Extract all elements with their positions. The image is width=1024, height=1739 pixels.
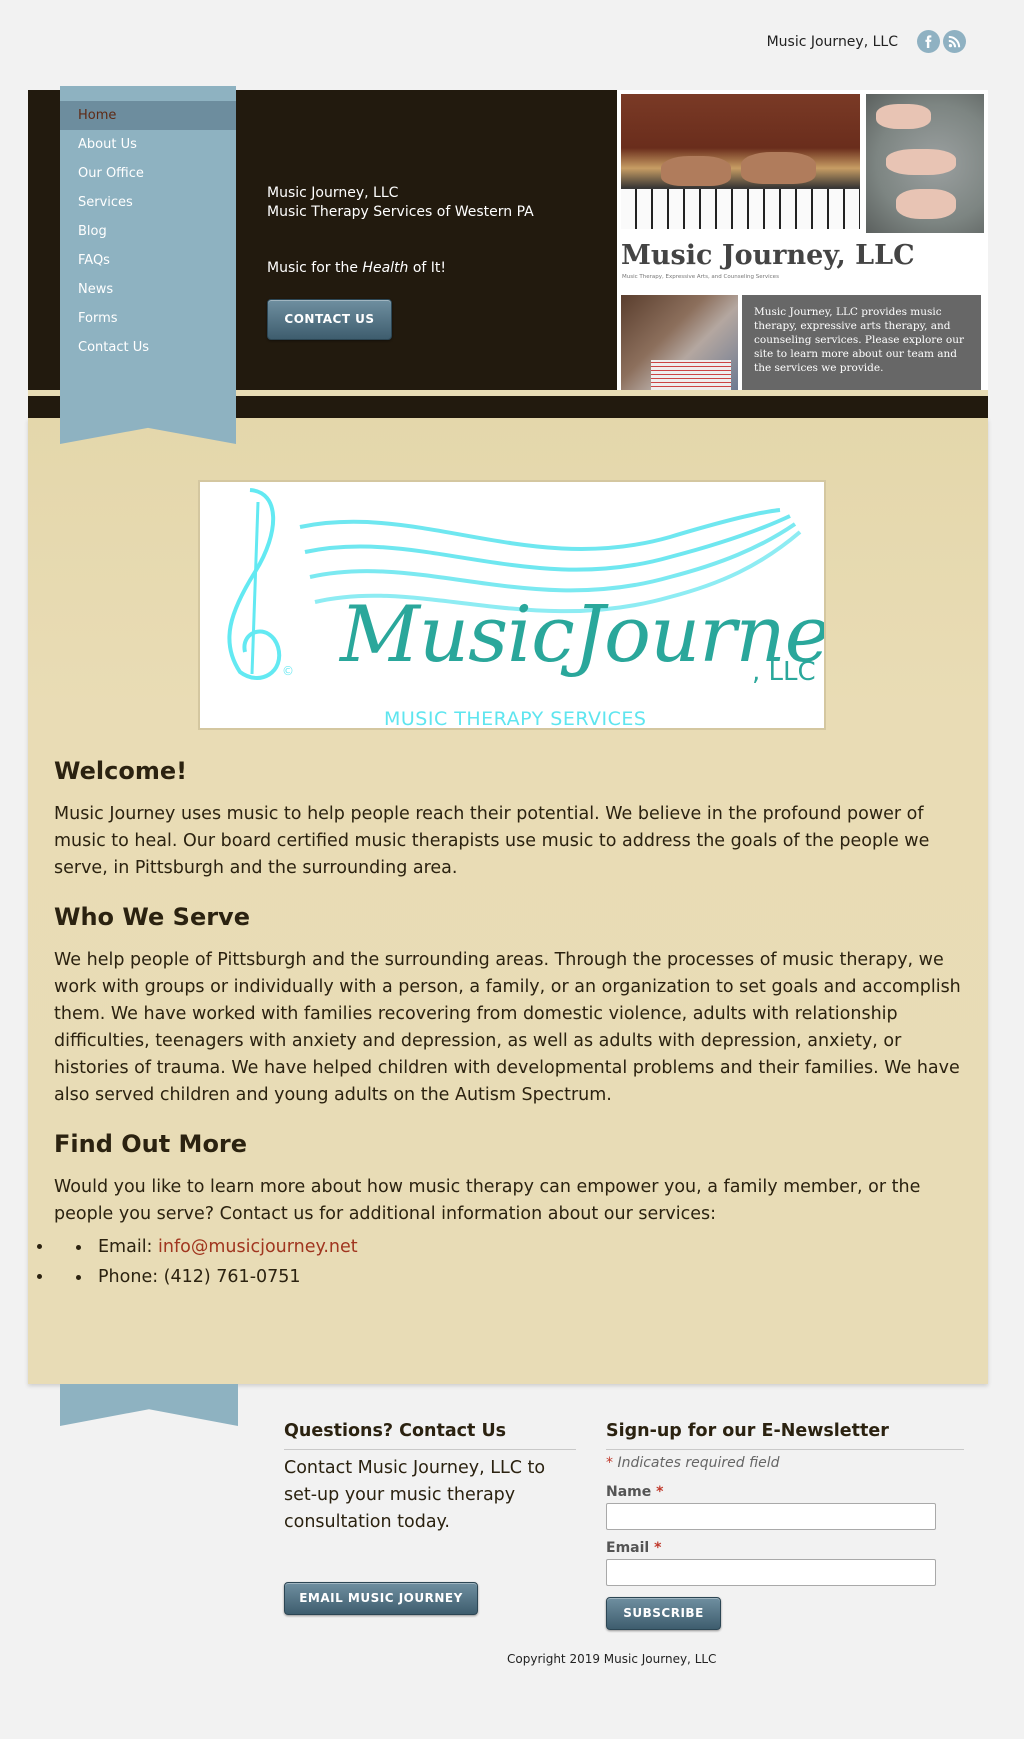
who-we-serve-text: We help people of Pittsburgh and the sur… [54,950,961,1105]
subscribe-button[interactable]: SUBSCRIBE [606,1597,721,1630]
drum-hands-photo [866,94,984,233]
ribbon-tail [60,1384,238,1426]
header-motto: Music for the Health of It! [267,260,446,276]
nav-item-news[interactable]: News [60,275,236,304]
required-star: * [606,1455,613,1471]
email-label: Email: [98,1237,159,1257]
logo-llc: , LLC [752,657,816,687]
rss-icon[interactable] [943,30,966,53]
welcome-text: Music Journey uses music to help people … [54,804,930,878]
top-bar: Music Journey, LLC [767,30,966,53]
drawing-photo [621,295,738,390]
list-item-phone: Phone: (412) 761-0751 [54,1262,554,1292]
collage-subtitle: Music Therapy, Expressive Arts, and Coun… [622,274,779,280]
name-label-text: Name [606,1484,657,1500]
motto-text: Music for the [267,260,363,276]
copyright: Copyright 2019 Music Journey, LLC [507,1652,717,1666]
piano-hands-photo [621,94,860,229]
header-tagline: Music Journey, LLC Music Therapy Service… [267,184,534,222]
list-item-email: Email: info@musicjourney.net [54,1232,554,1262]
nav-item-our-office[interactable]: Our Office [60,159,236,188]
nav-item-contact-us[interactable]: Contact Us [60,333,236,362]
main-nav: Home About Us Our Office Services Blog F… [60,101,236,362]
required-note-text: Indicates required field [613,1455,780,1471]
nav-item-blog[interactable]: Blog [60,217,236,246]
motto-text-end: of It! [408,260,447,276]
required-field-note: * Indicates required field [606,1455,780,1471]
header-company-description: Music Therapy Services of Western PA [267,204,534,220]
who-we-serve-heading: Who We Serve [54,903,250,931]
contact-us-button[interactable]: CONTACT US [267,299,392,340]
music-journey-logo: © MusicJourney , LLC MUSIC THERAPY SERVI… [198,480,826,730]
name-label: Name * [606,1484,663,1500]
email-field[interactable] [606,1559,936,1586]
contact-section-heading: Questions? Contact Us [284,1421,576,1450]
logo-copyright-mark: © [282,664,294,678]
find-out-more-heading: Find Out More [54,1130,248,1158]
collage-description: Music Journey, LLC provides music therap… [742,295,981,390]
logo-services-text: MUSIC THERAPY SERVICES [384,708,647,730]
name-field[interactable] [606,1503,936,1530]
email-link[interactable]: info@musicjourney.net [158,1237,358,1257]
email-label-text: Email [606,1540,655,1556]
newsletter-heading: Sign-up for our E-Newsletter [606,1421,964,1450]
nav-item-forms[interactable]: Forms [60,304,236,333]
collage-title: Music Journey, LLC [621,240,915,271]
nav-item-home[interactable]: Home [60,101,236,130]
email-label: Email * [606,1540,661,1556]
required-star: * [656,1484,664,1500]
facebook-icon[interactable] [917,30,940,53]
nav-item-about-us[interactable]: About Us [60,130,236,159]
find-out-more-text: Would you like to learn more about how m… [54,1177,921,1224]
header-company-name: Music Journey, LLC [267,185,399,201]
nav-item-services[interactable]: Services [60,188,236,217]
header-collage: Music Journey, LLC Music Therapy, Expres… [617,90,988,390]
contact-list: Email: info@musicjourney.net Phone: (412… [54,1232,554,1292]
welcome-heading: Welcome! [54,757,188,785]
contact-section-text: Contact Music Journey, LLC to set-up you… [284,1458,546,1532]
site-name: Music Journey, LLC [766,33,898,50]
motto-emphasis: Health [362,260,409,276]
email-music-journey-button[interactable]: EMAIL MUSIC JOURNEY [284,1582,478,1615]
required-star: * [654,1540,662,1556]
nav-item-faqs[interactable]: FAQs [60,246,236,275]
